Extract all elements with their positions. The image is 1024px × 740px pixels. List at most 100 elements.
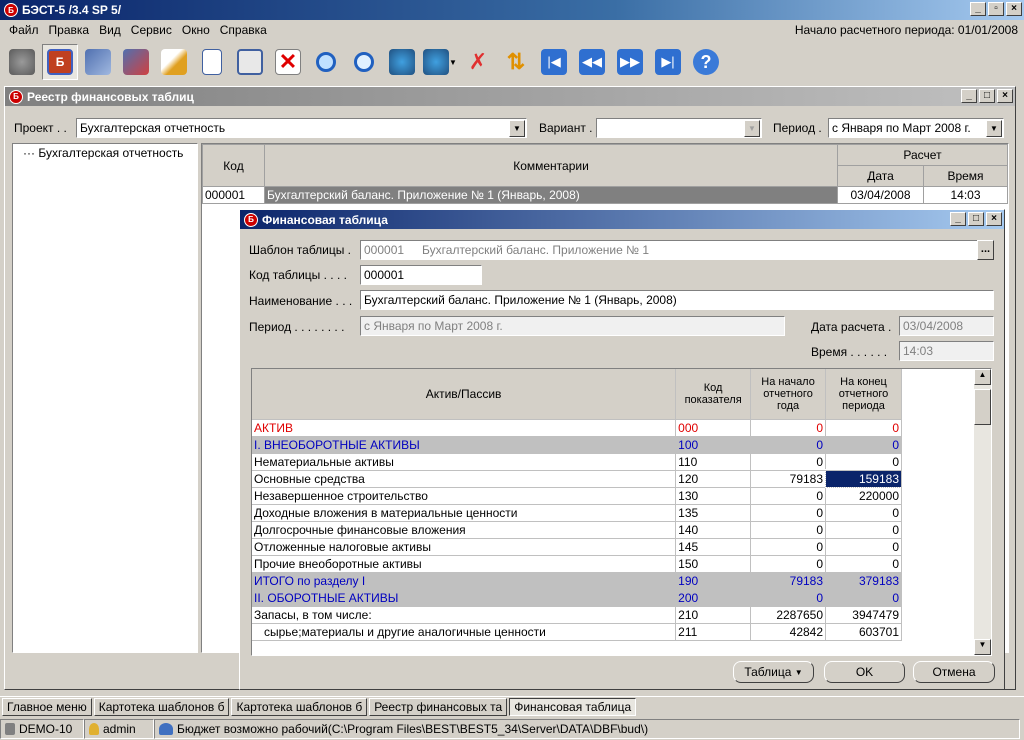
row-code[interactable]: 100 <box>675 436 752 454</box>
disks-button[interactable] <box>80 44 116 80</box>
scroll-down-button[interactable]: ▼ <box>974 639 991 655</box>
col-time-header[interactable]: Время <box>923 165 1008 187</box>
next-button[interactable]: ▶▶ <box>612 44 648 80</box>
project-select[interactable]: Бухгалтерская отчетность ▼ <box>76 118 527 138</box>
row-item[interactable]: ИТОГО по разделу I <box>252 572 677 590</box>
registry-maximize-button[interactable]: □ <box>979 89 995 103</box>
menu-file[interactable]: Файл <box>4 23 44 37</box>
period-select[interactable]: с Января по Март 2008 г. ▼ <box>828 118 1004 138</box>
menu-help[interactable]: Справка <box>215 23 272 37</box>
row-end[interactable]: 0 <box>825 436 902 454</box>
table-menu-button[interactable]: Таблица ▼ <box>733 661 814 683</box>
first-button[interactable]: |◀ <box>536 44 572 80</box>
col-date-header[interactable]: Дата <box>837 165 924 187</box>
row-end[interactable]: 220000 <box>825 487 902 505</box>
col-code-header[interactable]: Код показателя <box>675 369 752 420</box>
row-item[interactable]: Нематериальные активы <box>252 453 677 471</box>
close-button[interactable]: × <box>1006 2 1022 16</box>
balance-row[interactable]: АКТИВ 000 0 0 <box>252 419 902 437</box>
balance-row[interactable]: ИТОГО по разделу I 190 79183 379183 <box>252 572 902 590</box>
vertical-scrollbar[interactable]: ▲ ▼ <box>974 369 991 655</box>
chevron-down-icon[interactable]: ▼ <box>509 120 525 137</box>
variant-select[interactable]: ▼ <box>596 118 762 138</box>
ok-button[interactable]: OK <box>824 661 905 683</box>
task-templates-2[interactable]: Картотека шаблонов б <box>231 697 368 716</box>
row-begin[interactable]: 0 <box>750 436 827 454</box>
balance-row[interactable]: Доходные вложения в материальные ценност… <box>252 504 902 522</box>
balance-row[interactable]: II. ОБОРОТНЫЕ АКТИВЫ 200 0 0 <box>252 589 902 607</box>
row-begin[interactable]: 0 <box>750 453 827 471</box>
balance-row[interactable]: Прочие внеоборотные активы 150 0 0 <box>252 555 902 573</box>
task-fin-table[interactable]: Финансовая таблица <box>509 697 637 716</box>
balance-row[interactable]: Долгосрочные финансовые вложения 140 0 0 <box>252 521 902 539</box>
row-code[interactable]: 211 <box>675 623 752 641</box>
row-item[interactable]: Прочие внеоборотные активы <box>252 555 677 573</box>
people-button[interactable] <box>384 44 420 80</box>
row-begin[interactable]: 0 <box>750 538 827 556</box>
fin-minimize-button[interactable]: _ <box>950 212 966 226</box>
row-item[interactable]: Незавершенное строительство <box>252 487 677 505</box>
row-item[interactable]: II. ОБОРОТНЫЕ АКТИВЫ <box>252 589 677 607</box>
col-code-header[interactable]: Код <box>202 144 265 187</box>
fin-close-button[interactable]: × <box>986 212 1002 226</box>
browse-button[interactable]: ... <box>977 240 994 260</box>
row-begin[interactable]: 0 <box>750 521 827 539</box>
row-end[interactable]: 379183 <box>825 572 902 590</box>
filter-off-button[interactable]: ✗ <box>460 44 496 80</box>
balance-row[interactable]: Нематериальные активы 110 0 0 <box>252 453 902 471</box>
row-begin[interactable]: 0 <box>750 419 827 437</box>
row-item[interactable]: Основные средства <box>252 470 677 488</box>
row-end[interactable]: 0 <box>825 555 902 573</box>
row-begin[interactable]: 0 <box>750 487 827 505</box>
menu-edit[interactable]: Правка <box>44 23 95 37</box>
row-code[interactable]: 120 <box>675 470 752 488</box>
row-code[interactable]: 110 <box>675 453 752 471</box>
row-item[interactable]: Доходные вложения в материальные ценност… <box>252 504 677 522</box>
row-end[interactable]: 0 <box>825 419 902 437</box>
task-templates-1[interactable]: Картотека шаблонов б <box>93 697 230 716</box>
row-begin[interactable]: 0 <box>750 555 827 573</box>
row-begin[interactable]: 79183 <box>750 470 827 488</box>
people-menu-button[interactable]: ▼ <box>422 44 458 80</box>
row-end[interactable]: 0 <box>825 453 902 471</box>
delete-button[interactable]: ✕ <box>270 44 306 80</box>
task-registry[interactable]: Реестр финансовых та <box>369 697 508 716</box>
registry-close-button[interactable]: × <box>997 89 1013 103</box>
col-comment-header[interactable]: Комментарии <box>264 144 838 187</box>
zoom-button[interactable] <box>308 44 344 80</box>
row-item[interactable]: I. ВНЕОБОРОТНЫЕ АКТИВЫ <box>252 436 677 454</box>
row-item[interactable]: АКТИВ <box>252 419 677 437</box>
edit-button[interactable] <box>156 44 192 80</box>
menu-window[interactable]: Окно <box>177 23 215 37</box>
minimize-button[interactable]: _ <box>970 2 986 16</box>
search-button[interactable] <box>346 44 382 80</box>
row-item[interactable]: Запасы, в том числе: <box>252 606 677 624</box>
chevron-down-icon[interactable]: ▼ <box>744 120 760 137</box>
row-code[interactable]: 145 <box>675 538 752 556</box>
row-code[interactable]: 200 <box>675 589 752 607</box>
scroll-up-button[interactable]: ▲ <box>974 369 991 385</box>
row-end[interactable]: 3947479 <box>825 606 902 624</box>
registry-minimize-button[interactable]: _ <box>961 89 977 103</box>
code-field[interactable]: 000001 <box>360 265 482 285</box>
row-code[interactable]: 140 <box>675 521 752 539</box>
row-code[interactable]: 190 <box>675 572 752 590</box>
row-code[interactable]: 135 <box>675 504 752 522</box>
row-code[interactable]: 130 <box>675 487 752 505</box>
new-button[interactable] <box>194 44 230 80</box>
row-begin[interactable]: 2287650 <box>750 606 827 624</box>
row-end[interactable]: 0 <box>825 504 902 522</box>
row-item[interactable]: Долгосрочные финансовые вложения <box>252 521 677 539</box>
row-code[interactable]: 150 <box>675 555 752 573</box>
chevron-down-icon[interactable]: ▼ <box>986 120 1002 137</box>
balance-row[interactable]: Запасы, в том числе: 210 2287650 3947479 <box>252 606 902 624</box>
col-item-header[interactable]: Актив/Пассив <box>252 369 677 420</box>
balance-row[interactable]: Незавершенное строительство 130 0 220000 <box>252 487 902 505</box>
row-end[interactable]: 603701 <box>825 623 902 641</box>
help-button[interactable]: ? <box>688 44 724 80</box>
balance-row[interactable]: I. ВНЕОБОРОТНЫЕ АКТИВЫ 100 0 0 <box>252 436 902 454</box>
save-button[interactable] <box>232 44 268 80</box>
table-row[interactable]: 000001 Бухгалтерский баланс. Приложение №… <box>202 186 1008 204</box>
row-end[interactable]: 0 <box>825 521 902 539</box>
row-begin[interactable]: 79183 <box>750 572 827 590</box>
